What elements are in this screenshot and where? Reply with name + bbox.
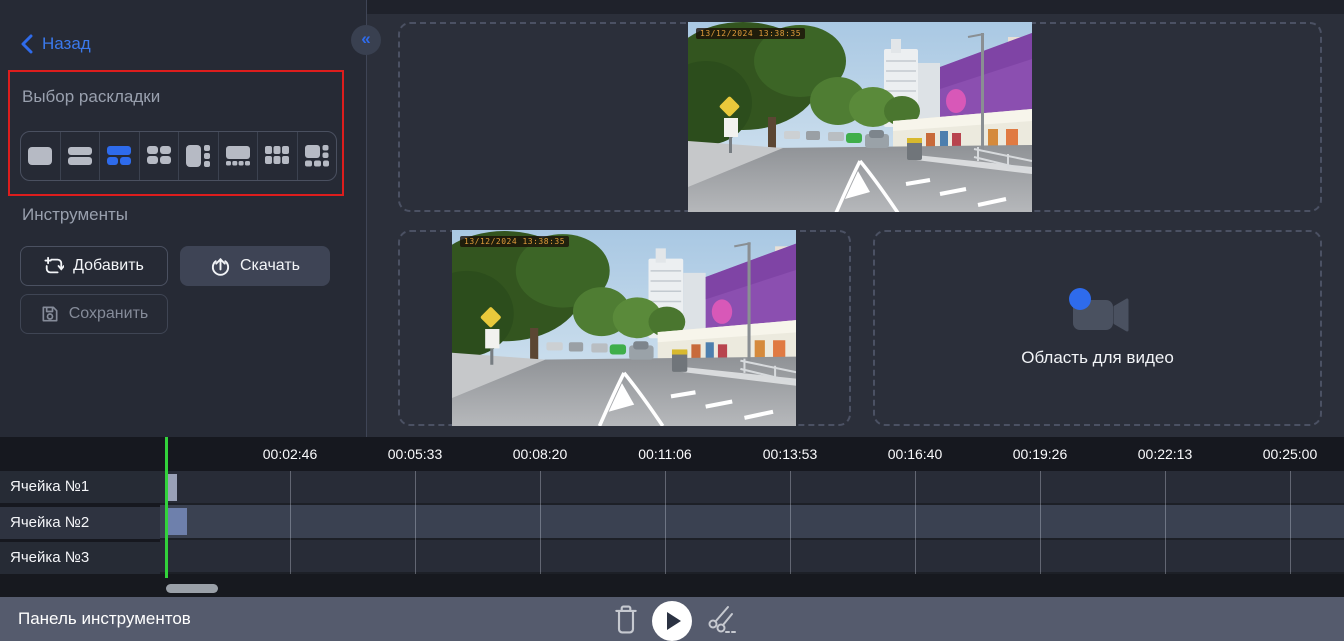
layout-option-one-top-two-bottom[interactable] [100,132,140,180]
cut-button[interactable] [705,605,738,634]
collapse-icon: « [361,29,370,49]
video-drop-area-label: Область для видео [1021,348,1174,368]
playhead[interactable] [165,437,168,578]
tools-section-title: Инструменты [22,205,128,225]
video-camera-icon [1065,288,1131,336]
add-button-label: Добавить [73,257,144,275]
ruler-time-label: 00:02:46 [263,446,318,462]
back-button[interactable]: Назад [20,34,91,54]
timeline-ruler[interactable]: 00:02:46 00:05:33 00:08:20 00:11:06 00:13:53… [0,437,1344,471]
ruler-time-label: 00:08:20 [513,446,568,462]
upload-circle-icon [210,256,231,277]
layout-option-grid-3x2[interactable] [258,132,298,180]
toolbar-actions [613,597,738,641]
save-button[interactable]: Сохранить [20,294,168,334]
floppy-disk-icon [40,304,60,324]
layout-option-grid-2x2[interactable] [140,132,180,180]
timeline-scrollbar [0,574,1344,597]
layout-picker [20,131,337,181]
track-lane-2[interactable] [160,505,1344,540]
scrollbar-thumb[interactable] [166,584,218,593]
layout-section-title: Выбор раскладки [22,87,160,107]
timeline-gridline [1290,471,1291,574]
photo-timestamp: 13/12/2024 13:38:35 [460,236,569,247]
timeline-gridline [915,471,916,574]
delete-button[interactable] [613,605,639,634]
download-button[interactable]: Скачать [180,246,330,286]
toolbar-title: Панель инструментов [18,609,191,629]
chevron-left-icon [20,34,34,54]
layout-option-one-left-five-around[interactable] [298,132,337,180]
track-label-1[interactable]: Ячейка №1 [0,471,160,503]
bottom-toolbar: Панель инструментов [0,597,1344,641]
preview-top-strip [367,0,1344,14]
timeline-gridline [1040,471,1041,574]
layout-option-two-rows[interactable] [61,132,101,180]
timeline-gridline [1165,471,1166,574]
add-button[interactable]: Добавить [20,246,168,286]
sidebar: Назад Выбор раскладки Инструменты Добави… [0,0,366,437]
ruler-time-label: 00:11:06 [638,446,691,462]
track-label-2[interactable]: Ячейка №2 [0,507,160,539]
ruler-time-label: 00:05:33 [388,446,443,462]
download-button-label: Скачать [240,257,300,275]
track-lane-3[interactable] [160,540,1344,574]
timeline-gridline [540,471,541,574]
collapse-sidebar-button[interactable]: « [351,25,381,55]
track-label-3[interactable]: Ячейка №3 [0,542,160,574]
back-label: Назад [42,34,91,54]
track-lane-1[interactable] [160,471,1344,505]
video-drop-area[interactable]: Область для видео [873,230,1322,426]
layout-option-single[interactable] [21,132,61,180]
layout-option-one-top-four-bottom[interactable] [219,132,259,180]
timeline-gridline [665,471,666,574]
preview-photo-cell1[interactable]: 13/12/2024 13:38:35 [688,22,1032,212]
ruler-time-label: 00:22:13 [1138,446,1193,462]
timeline-gridline [415,471,416,574]
ruler-time-label: 00:16:40 [888,446,943,462]
ruler-time-label: 00:25:00 [1263,446,1318,462]
layout-option-one-left-three-right[interactable] [179,132,219,180]
timeline-gridline [790,471,791,574]
scissors-icon [705,605,738,634]
timeline-clip-track1[interactable] [167,474,177,501]
preview-photo-cell2[interactable]: 13/12/2024 13:38:35 [452,230,796,426]
trash-icon [613,605,639,634]
timeline-clip-track2[interactable] [167,508,187,535]
tracks-area: Ячейка №1 Ячейка №2Ячейка №3 [0,471,1344,574]
ruler-time-label: 00:19:26 [1013,446,1068,462]
add-loop-icon [44,256,64,276]
photo-timestamp: 13/12/2024 13:38:35 [696,28,805,39]
play-button[interactable] [652,601,692,641]
ruler-time-label: 00:13:53 [763,446,818,462]
video-editor-app: Назад Выбор раскладки Инструменты Добави… [0,0,1344,641]
save-button-label: Сохранить [69,305,149,323]
timeline-gridline [290,471,291,574]
play-icon [667,612,681,630]
